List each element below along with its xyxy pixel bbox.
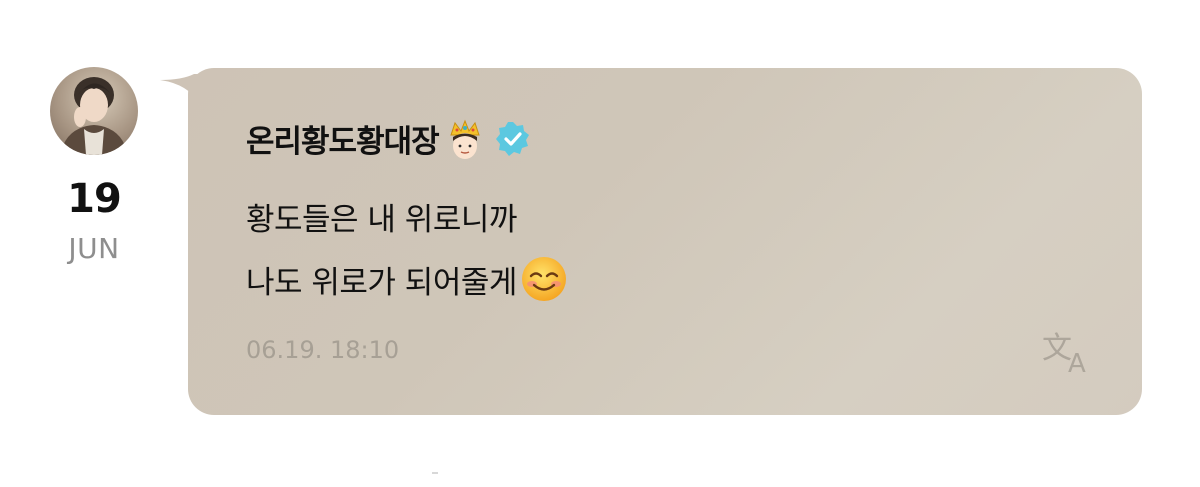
- message-line-with-emoji: 나도 위로가 되어줄게: [246, 254, 569, 304]
- message-timestamp: 06.19. 18:10: [246, 336, 400, 364]
- avatar[interactable]: [50, 67, 138, 155]
- svg-text:A: A: [1068, 349, 1086, 376]
- message-line: 황도들은 내 위로니까: [246, 202, 517, 238]
- crown-face-emoji-icon: [443, 117, 487, 161]
- message-line-text: 나도 위로가 되어줄게: [246, 264, 517, 301]
- message-header: 온리황도황대장: [246, 116, 533, 161]
- divider-mark: [432, 472, 438, 474]
- message-bubble: 온리황도황대장 황도들은 내 위로니까 나도 위로가 되어줄게 06.19. 1…: [188, 68, 1142, 415]
- smiling-face-emoji-icon: [519, 254, 569, 304]
- date-month: JUN: [68, 232, 120, 265]
- author-name: 온리황도황대장: [246, 124, 440, 160]
- date-day: 19: [67, 176, 122, 222]
- verified-badge-icon: [493, 119, 533, 159]
- translate-icon[interactable]: 文 A: [1040, 328, 1100, 379]
